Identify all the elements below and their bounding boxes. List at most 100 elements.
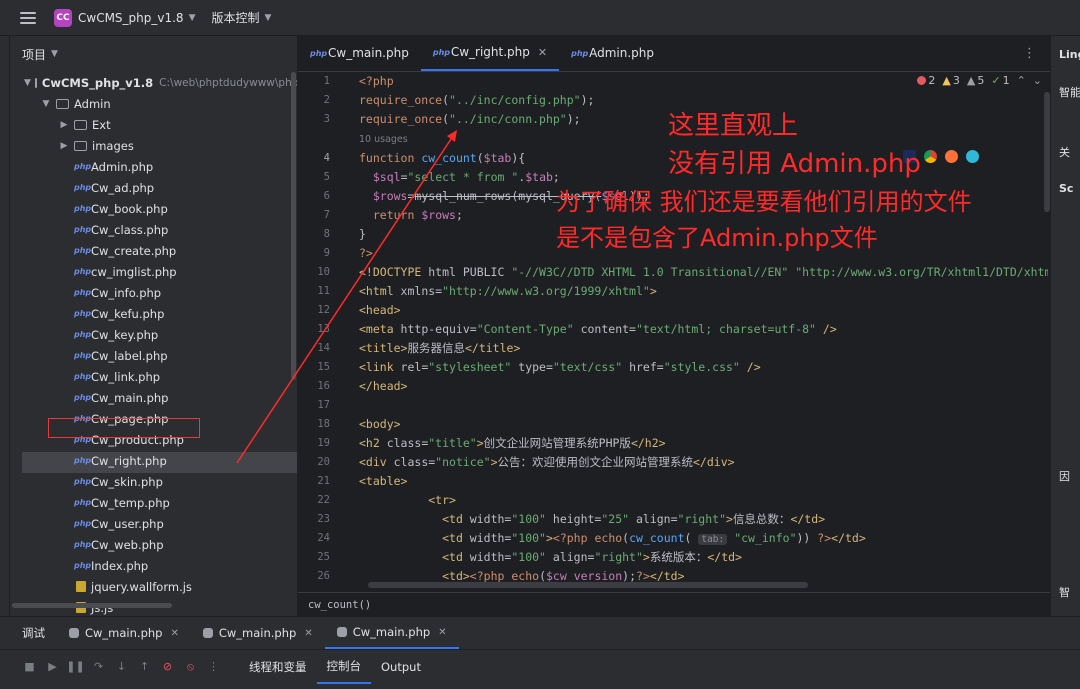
chevron-down-icon[interactable]: ▼ — [24, 78, 31, 88]
close-icon[interactable]: ✕ — [304, 628, 312, 639]
mute-breakpoints-icon[interactable]: ⦸ — [185, 660, 196, 673]
root-name: CwCMS_php_v1.8 — [41, 75, 154, 90]
code-line: </head> — [359, 379, 408, 393]
tree-file[interactable]: php Admin.php — [10, 156, 290, 177]
tree-file[interactable]: php Cw_user.php — [10, 513, 290, 534]
tree-file[interactable]: php Cw_link.php — [10, 366, 290, 387]
code-line: <div class="notice">公告：欢迎使用创文企业网站管理系统</d… — [359, 455, 735, 469]
code-line: return $rows; — [372, 208, 463, 222]
tree-root[interactable]: ▼ CwCMS_php_v1.8 C:\web\phptdudywww\phps… — [10, 72, 297, 93]
code-line: <!DOCTYPE html PUBLIC "-//W3C//DTD XHTML… — [359, 265, 1048, 279]
more-vertical-icon[interactable]: ⋮ — [208, 660, 219, 673]
close-icon[interactable]: ✕ — [538, 46, 547, 59]
tree-folder-admin[interactable]: ▼ Admin — [10, 93, 290, 114]
tree-file[interactable]: php Cw_class.php — [10, 219, 290, 240]
debug-session-tab[interactable]: Cw_main.php ✕ — [191, 617, 325, 649]
chevron-right-icon[interactable]: ▶ — [58, 120, 70, 130]
line-number: 21 — [317, 475, 330, 487]
tree-file[interactable]: php Cw_kefu.php — [10, 303, 290, 324]
tab-cw-right[interactable]: php Cw_right.php ✕ — [420, 35, 560, 71]
vcs-menu[interactable]: 版本控制 — [212, 9, 260, 26]
tree-file[interactable]: jquery.wallform.js — [10, 576, 290, 597]
line-number: 25 — [317, 551, 330, 563]
step-into-icon[interactable]: ↓ — [116, 660, 127, 673]
tree-file[interactable]: php Cw_temp.php — [10, 492, 290, 513]
file-label: Cw_temp.php — [91, 495, 170, 510]
tree-folder[interactable]: ▶ images — [10, 135, 290, 156]
subtab-threads[interactable]: 线程和变量 — [239, 650, 317, 684]
red-highlight-box — [48, 418, 200, 438]
folder-label: Ext — [92, 117, 111, 132]
editor-horizontal-scrollbar[interactable] — [368, 582, 808, 588]
stop-icon[interactable]: ■ — [24, 660, 35, 673]
line-number: 7 — [323, 209, 330, 221]
php-file-icon: php — [74, 540, 92, 549]
right-panel-title[interactable]: Ling — [1059, 48, 1080, 61]
debug-session-tab-active[interactable]: Cw_main.php ✕ — [324, 617, 459, 649]
tree-file[interactable]: php Cw_main.php — [10, 387, 290, 408]
project-badge[interactable]: CC — [54, 8, 72, 27]
tree-scrollbar[interactable] — [291, 72, 296, 380]
editor-breadcrumb[interactable]: cw_count() — [298, 592, 1050, 616]
chevron-down-icon[interactable]: ▼ — [40, 99, 52, 109]
project-panel-header[interactable]: 项目 ▼ — [10, 36, 297, 72]
tree-file[interactable]: php Cw_book.php — [10, 198, 290, 219]
tree-file[interactable]: php Cw_create.php — [10, 240, 290, 261]
tree-file[interactable]: php Index.php — [10, 555, 290, 576]
subtab-output[interactable]: Output — [371, 650, 431, 684]
file-label: cw_imglist.php — [91, 264, 177, 279]
php-file-icon: php — [74, 309, 92, 318]
close-icon[interactable]: ✕ — [170, 628, 178, 639]
debug-tabs: 调试 Cw_main.php ✕ Cw_main.php ✕ Cw_main.php… — [0, 617, 1080, 649]
tree-file-selected[interactable]: php Cw_right.php — [10, 450, 290, 471]
project-panel-title: 项目 — [22, 47, 47, 62]
close-icon[interactable]: ✕ — [438, 627, 446, 638]
step-out-icon[interactable]: ↑ — [139, 660, 150, 673]
file-label: Cw_class.php — [91, 222, 169, 237]
chevron-right-icon[interactable]: ▶ — [58, 141, 70, 151]
project-switcher[interactable]: CwCMS_php_v1.8 — [78, 11, 184, 25]
annotation-line4: 是不是包含了Admin.php文件 — [556, 224, 878, 252]
line-number: 8 — [323, 228, 330, 240]
tree-horizontal-scrollbar[interactable] — [12, 603, 172, 608]
main-menu-icon[interactable] — [20, 11, 36, 24]
ide-window: CC CwCMS_php_v1.8 ▼ 版本控制 ▼ 项目 ▼ ▼ CwCMS_… — [0, 0, 1080, 689]
tab-admin[interactable]: php Admin.php — [559, 35, 666, 71]
subtab-console[interactable]: 控制台 — [316, 650, 371, 684]
debug-tool-window: 调试 Cw_main.php ✕ Cw_main.php ✕ Cw_main.php… — [0, 616, 1080, 689]
php-file-icon: php — [432, 47, 450, 57]
php-file-icon: php — [74, 477, 92, 486]
usages-hint[interactable]: 10 usages — [359, 130, 408, 149]
chevron-down-icon[interactable]: ▼ — [265, 13, 272, 23]
chevron-down-icon[interactable]: ▼ — [51, 49, 58, 59]
line-number: 4 — [323, 152, 330, 164]
code-line: <head> — [359, 303, 401, 317]
tree-file[interactable]: php Cw_skin.php — [10, 471, 290, 492]
pause-icon[interactable]: ❚❚ — [66, 660, 84, 673]
code-line: } — [359, 227, 366, 241]
line-number: 5 — [323, 171, 330, 183]
php-file-icon: php — [74, 561, 92, 570]
step-over-icon[interactable]: ↷ — [93, 660, 104, 673]
breakpoint-icon[interactable]: ⊘ — [162, 660, 173, 673]
tree-file[interactable]: php Cw_label.php — [10, 345, 290, 366]
tab-cw-main[interactable]: php Cw_main.php — [298, 35, 421, 71]
line-number: 14 — [317, 342, 330, 354]
debug-title[interactable]: 调试 — [0, 617, 57, 649]
tree-file[interactable]: php Cw_ad.php — [10, 177, 290, 198]
tree-file[interactable]: php Cw_info.php — [10, 282, 290, 303]
chevron-down-icon[interactable]: ▼ — [189, 13, 196, 23]
file-label: Cw_link.php — [91, 369, 161, 384]
more-vertical-icon[interactable]: ⋮ — [1023, 46, 1036, 61]
file-label: Cw_label.php — [91, 348, 168, 363]
tree-folder[interactable]: ▶ Ext — [10, 114, 290, 135]
php-file-icon: php — [74, 246, 92, 255]
line-number: 24 — [317, 532, 330, 544]
debug-session-tab[interactable]: Cw_main.php ✕ — [57, 617, 191, 649]
tree-file[interactable]: php cw_imglist.php — [10, 261, 290, 282]
tree-file[interactable]: php Cw_key.php — [10, 324, 290, 345]
code-line: require_once("../inc/conn.php"); — [359, 112, 581, 126]
resume-icon[interactable]: ▶ — [47, 660, 58, 673]
code-line: ?> — [359, 246, 373, 260]
tree-file[interactable]: php Cw_web.php — [10, 534, 290, 555]
